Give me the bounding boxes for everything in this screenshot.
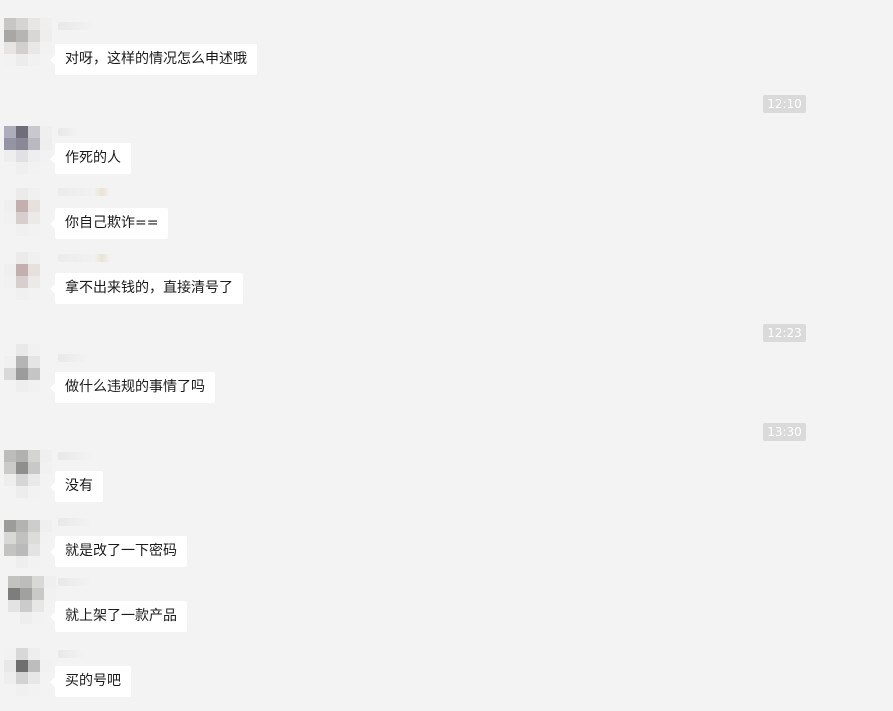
- timestamp-badge: 13:30: [763, 423, 806, 441]
- message-bubble[interactable]: 做什么违规的事情了吗: [50, 372, 215, 403]
- sender-name-blurred: [58, 518, 92, 526]
- avatar[interactable]: [4, 18, 52, 66]
- sender-name-blurred: [58, 578, 92, 586]
- avatar[interactable]: [4, 126, 52, 174]
- timestamp-badge: 12:10: [763, 95, 806, 113]
- avatar[interactable]: [8, 576, 56, 624]
- avatar[interactable]: [4, 188, 52, 236]
- message-bubble[interactable]: 就是改了一下密码: [50, 536, 187, 567]
- sender-name-blurred: [58, 22, 94, 30]
- sender-name-blurred: [58, 354, 88, 362]
- sender-name-blurred: [58, 254, 110, 262]
- timestamp-badge: 12:23: [763, 324, 806, 342]
- message-bubble[interactable]: 作死的人: [50, 143, 131, 174]
- message-bubble[interactable]: 你自己欺诈==: [49, 208, 169, 239]
- message-bubble[interactable]: 拿不出来钱的，直接清号了: [50, 273, 243, 304]
- message-bubble[interactable]: 没有: [50, 471, 103, 502]
- sender-name-blurred: [58, 452, 92, 460]
- avatar[interactable]: [4, 252, 52, 300]
- sender-name-blurred: [58, 650, 84, 658]
- avatar[interactable]: [4, 648, 52, 696]
- message-bubble[interactable]: 对呀，这样的情况怎么申述哦: [50, 44, 257, 75]
- avatar[interactable]: [4, 520, 52, 568]
- sender-name-blurred: [58, 128, 80, 136]
- sender-name-blurred: [58, 188, 110, 196]
- avatar[interactable]: [4, 450, 52, 498]
- message-bubble[interactable]: 买的号吧: [50, 666, 131, 697]
- avatar[interactable]: [4, 344, 52, 392]
- message-bubble[interactable]: 就上架了一款产品: [50, 601, 187, 632]
